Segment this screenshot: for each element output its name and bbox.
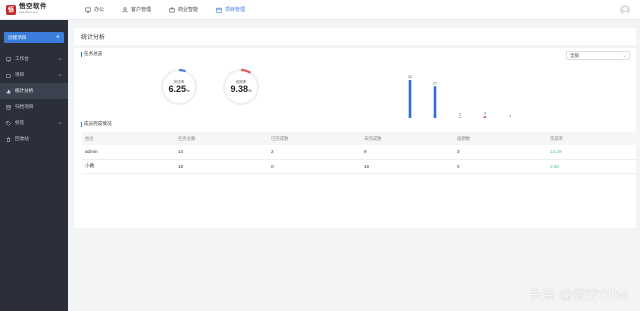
cell-overdue: 0 bbox=[454, 159, 547, 174]
monitor-icon bbox=[6, 57, 11, 62]
topnav-label: 办公 bbox=[94, 7, 105, 13]
top-bar: 悟 悟空软件 www.5kcrm.com 办公 客户管理 商业智能 项目管理 bbox=[0, 0, 640, 20]
cell-total: 18 bbox=[175, 159, 268, 174]
topnav-bi[interactable]: 商业智能 bbox=[160, 0, 207, 20]
sidebar-item-label: 项目 bbox=[15, 72, 25, 77]
user-icon bbox=[122, 6, 128, 12]
chevron-down-icon bbox=[623, 55, 626, 57]
chart-value-label: 32 bbox=[408, 75, 412, 79]
top-nav: 办公 客户管理 商业智能 项目管理 bbox=[76, 0, 254, 20]
column-header: 逾期数 bbox=[454, 132, 547, 145]
sidebar-item-label: 统计分析 bbox=[15, 88, 34, 93]
overdue-rate-gauge: 逾期率 9.38% bbox=[222, 68, 260, 106]
briefcase-icon bbox=[169, 7, 175, 12]
sidebar-item-label: 回收站 bbox=[15, 136, 29, 141]
topnav-office[interactable]: 办公 bbox=[76, 0, 113, 20]
gauge-unit: % bbox=[247, 88, 252, 93]
create-project-button[interactable]: 创建项目 + bbox=[4, 32, 64, 43]
calendar-icon bbox=[216, 7, 222, 13]
sidebar: 创建项目 + 工作台 项目 统计分析 归档项目 标签 回收站 bbox=[0, 20, 68, 311]
chart-bar bbox=[433, 86, 437, 120]
sidebar-item-label: 归档项目 bbox=[15, 104, 34, 109]
column-header: 任务总数 bbox=[175, 132, 268, 145]
sidebar-item-archive[interactable]: 归档项目 bbox=[0, 99, 68, 115]
gauge-unit: % bbox=[185, 88, 190, 93]
topnav-label: 客户管理 bbox=[131, 7, 152, 13]
chart-value-label: 3 bbox=[484, 111, 486, 115]
sidebar-item-workbench[interactable]: 工作台 bbox=[0, 51, 68, 67]
member-table: 姓名 任务总数 已完成数 未完成数 逾期数 完成率 admin 14 2 9 3… bbox=[82, 132, 638, 174]
sidebar-item-label: 工作台 bbox=[15, 56, 29, 61]
table-row[interactable]: 小路 18 0 18 0 0.00 bbox=[82, 159, 638, 174]
sidebar-item-statistics[interactable]: 统计分析 bbox=[0, 83, 68, 99]
logo-icon: 悟 bbox=[6, 4, 16, 15]
topnav-customer[interactable]: 客户管理 bbox=[113, 0, 160, 20]
topnav-project[interactable]: 项目管理 bbox=[207, 0, 254, 20]
sidebar-item-label: 标签 bbox=[15, 120, 25, 125]
cell-rate: 0.00 bbox=[547, 159, 638, 174]
title-bullet bbox=[81, 51, 82, 57]
sidebar-item-tags[interactable]: 标签 bbox=[0, 115, 68, 131]
bar-chart-icon bbox=[6, 89, 11, 93]
watermark: 头条 @悟空CRM bbox=[529, 287, 628, 302]
scope-select-value: 全部 bbox=[570, 52, 579, 58]
cell-rate: 14.29 bbox=[547, 145, 638, 160]
scope-select[interactable]: 全部 bbox=[566, 51, 630, 60]
column-header: 未完成数 bbox=[361, 132, 454, 145]
gauge-value: 6.25 bbox=[168, 84, 186, 94]
sidebar-item-project[interactable]: 项目 bbox=[0, 67, 68, 83]
table-row[interactable]: admin 14 2 9 3 14.29 bbox=[82, 145, 638, 160]
cell-done: 2 bbox=[268, 145, 361, 160]
chart-value-label: 27 bbox=[433, 81, 437, 85]
archive-icon bbox=[6, 105, 11, 110]
cell-name: 小路 bbox=[82, 159, 175, 174]
chart-value-label: 2 bbox=[459, 113, 461, 117]
chevron-down-icon bbox=[58, 74, 62, 76]
member-completion-card: 成员完成情况 姓名 任务总数 已完成数 未完成数 逾期数 完成率 admin 1… bbox=[74, 118, 638, 228]
member-completion-title: 成员完成情况 bbox=[84, 121, 112, 126]
cell-done: 0 bbox=[268, 159, 361, 174]
topnav-label: 商业智能 bbox=[178, 7, 199, 13]
column-header: 姓名 bbox=[82, 132, 175, 145]
cell-undone: 9 bbox=[361, 145, 454, 160]
tag-icon bbox=[6, 120, 11, 126]
main-content: 统计分析 任务总览 全部 完成率 6.25% 逾期率 9.38% 32 27 2… bbox=[68, 20, 640, 311]
chevron-down-icon bbox=[58, 122, 62, 124]
cell-overdue: 3 bbox=[454, 145, 547, 160]
folder-icon bbox=[6, 73, 11, 77]
title-bullet bbox=[81, 121, 82, 127]
gauge-value: 9.38 bbox=[230, 84, 248, 94]
task-overview-title: 任务总览 bbox=[84, 51, 103, 56]
avatar[interactable] bbox=[620, 5, 630, 15]
logo-title: 悟空软件 bbox=[19, 3, 47, 11]
trash-icon bbox=[6, 136, 11, 142]
chevron-down-icon bbox=[58, 58, 62, 60]
monitor-icon bbox=[85, 7, 91, 13]
topnav-label: 项目管理 bbox=[225, 7, 246, 13]
column-header: 已完成数 bbox=[268, 132, 361, 145]
column-header: 完成率 bbox=[547, 132, 638, 145]
chart-bar bbox=[408, 80, 412, 120]
logo-url: www.5kcrm.com bbox=[19, 10, 38, 14]
logo[interactable]: 悟 悟空软件 www.5kcrm.com bbox=[0, 0, 68, 20]
table-header-row: 姓名 任务总数 已完成数 未完成数 逾期数 完成率 bbox=[82, 132, 638, 145]
create-project-label: 创建项目 bbox=[8, 34, 27, 40]
completion-rate-gauge: 完成率 6.25% bbox=[160, 68, 198, 106]
cell-undone: 18 bbox=[361, 159, 454, 174]
plus-icon: + bbox=[55, 34, 60, 41]
page-title: 统计分析 bbox=[74, 28, 636, 45]
cell-total: 14 bbox=[175, 145, 268, 160]
sidebar-item-recycle[interactable]: 回收站 bbox=[0, 131, 68, 147]
cell-name: admin bbox=[82, 145, 175, 160]
